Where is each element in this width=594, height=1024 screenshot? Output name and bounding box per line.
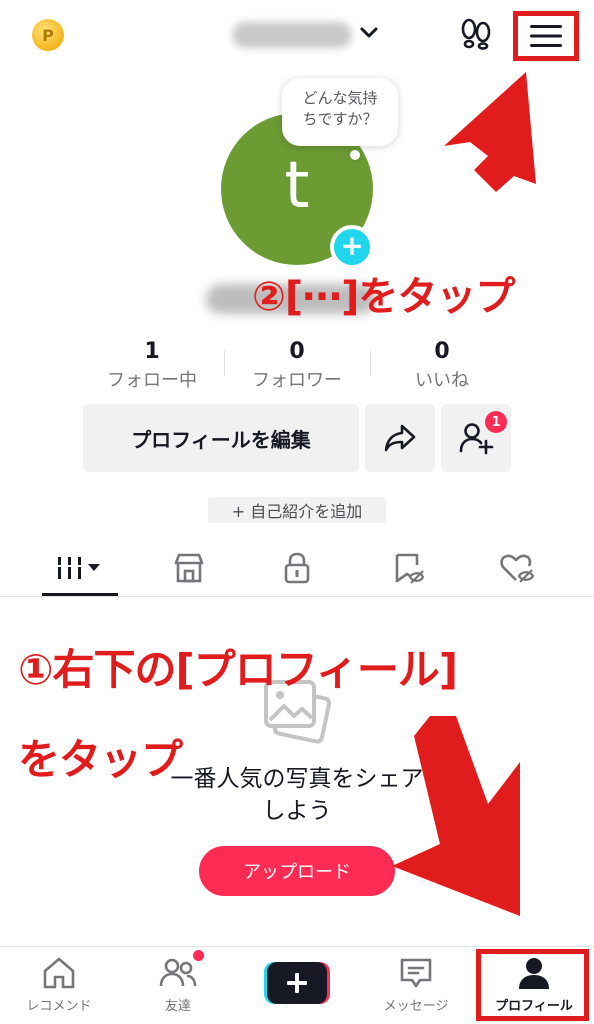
footprint-icon[interactable] <box>458 18 494 50</box>
mood-bubble[interactable]: どんな気持 ちですか？ <box>282 78 398 146</box>
tabs-divider <box>0 596 594 597</box>
nav-item-recommend[interactable]: レコメンド <box>0 954 118 1020</box>
upload-button[interactable]: アップロード <box>199 846 395 896</box>
nav-item-friends[interactable]: 友達 <box>119 954 237 1020</box>
hamburger-menu-icon[interactable] <box>513 11 579 61</box>
chevron-down-icon[interactable] <box>356 20 382 46</box>
stat-followers[interactable]: 0 フォロワー <box>227 338 367 396</box>
empty-state-text: 一番人気の写真をシェア しよう <box>170 766 424 824</box>
shop-icon <box>174 553 204 583</box>
friends-icon <box>159 958 197 987</box>
annotation-highlight-profile <box>476 949 589 1021</box>
inbox-icon <box>400 958 432 988</box>
avatar-add-icon[interactable]: + <box>330 225 374 269</box>
create-icon[interactable] <box>264 962 330 1004</box>
lock-icon <box>284 552 310 584</box>
tab-private[interactable] <box>242 540 352 596</box>
bookmark-hidden-icon <box>395 553 425 584</box>
nav-item-messages[interactable]: メッセージ <box>357 954 475 1020</box>
stat-following[interactable]: 1 フォロー中 <box>82 338 222 396</box>
annotation-step2: ②[⋯]をタップ <box>252 274 515 320</box>
friend-request-badge: 1 <box>485 411 507 433</box>
tab-favorites[interactable] <box>353 540 463 596</box>
tab-shop[interactable] <box>134 540 244 596</box>
add-bio-button[interactable]: + 自己紹介を追加 <box>208 497 386 523</box>
stat-divider <box>370 350 371 376</box>
bubble-tail <box>350 150 360 160</box>
tab-videos[interactable] <box>25 540 135 596</box>
bubble-text-1: どんな気持 <box>302 89 378 107</box>
stat-divider <box>224 350 225 376</box>
share-icon <box>384 424 416 452</box>
coin-icon[interactable]: P <box>32 19 64 51</box>
friends-notification-dot <box>193 950 204 961</box>
annotation-step1-line2: をタップ <box>18 735 183 784</box>
annotation-arrow-up <box>444 72 536 192</box>
home-icon <box>43 957 75 989</box>
heart-hidden-icon <box>500 554 535 583</box>
share-profile-button[interactable] <box>365 404 435 472</box>
edit-profile-button[interactable]: プロフィールを編集 <box>83 404 359 472</box>
bubble-text-2: ちですか？ <box>302 110 378 128</box>
annotation-step1-line1: ①右下の[プロフィール] <box>18 645 458 694</box>
tab-liked[interactable] <box>462 540 572 596</box>
stat-likes[interactable]: 0 いいね <box>372 338 512 396</box>
username-blurred[interactable] <box>232 22 352 48</box>
grid-bars-icon <box>58 557 100 579</box>
